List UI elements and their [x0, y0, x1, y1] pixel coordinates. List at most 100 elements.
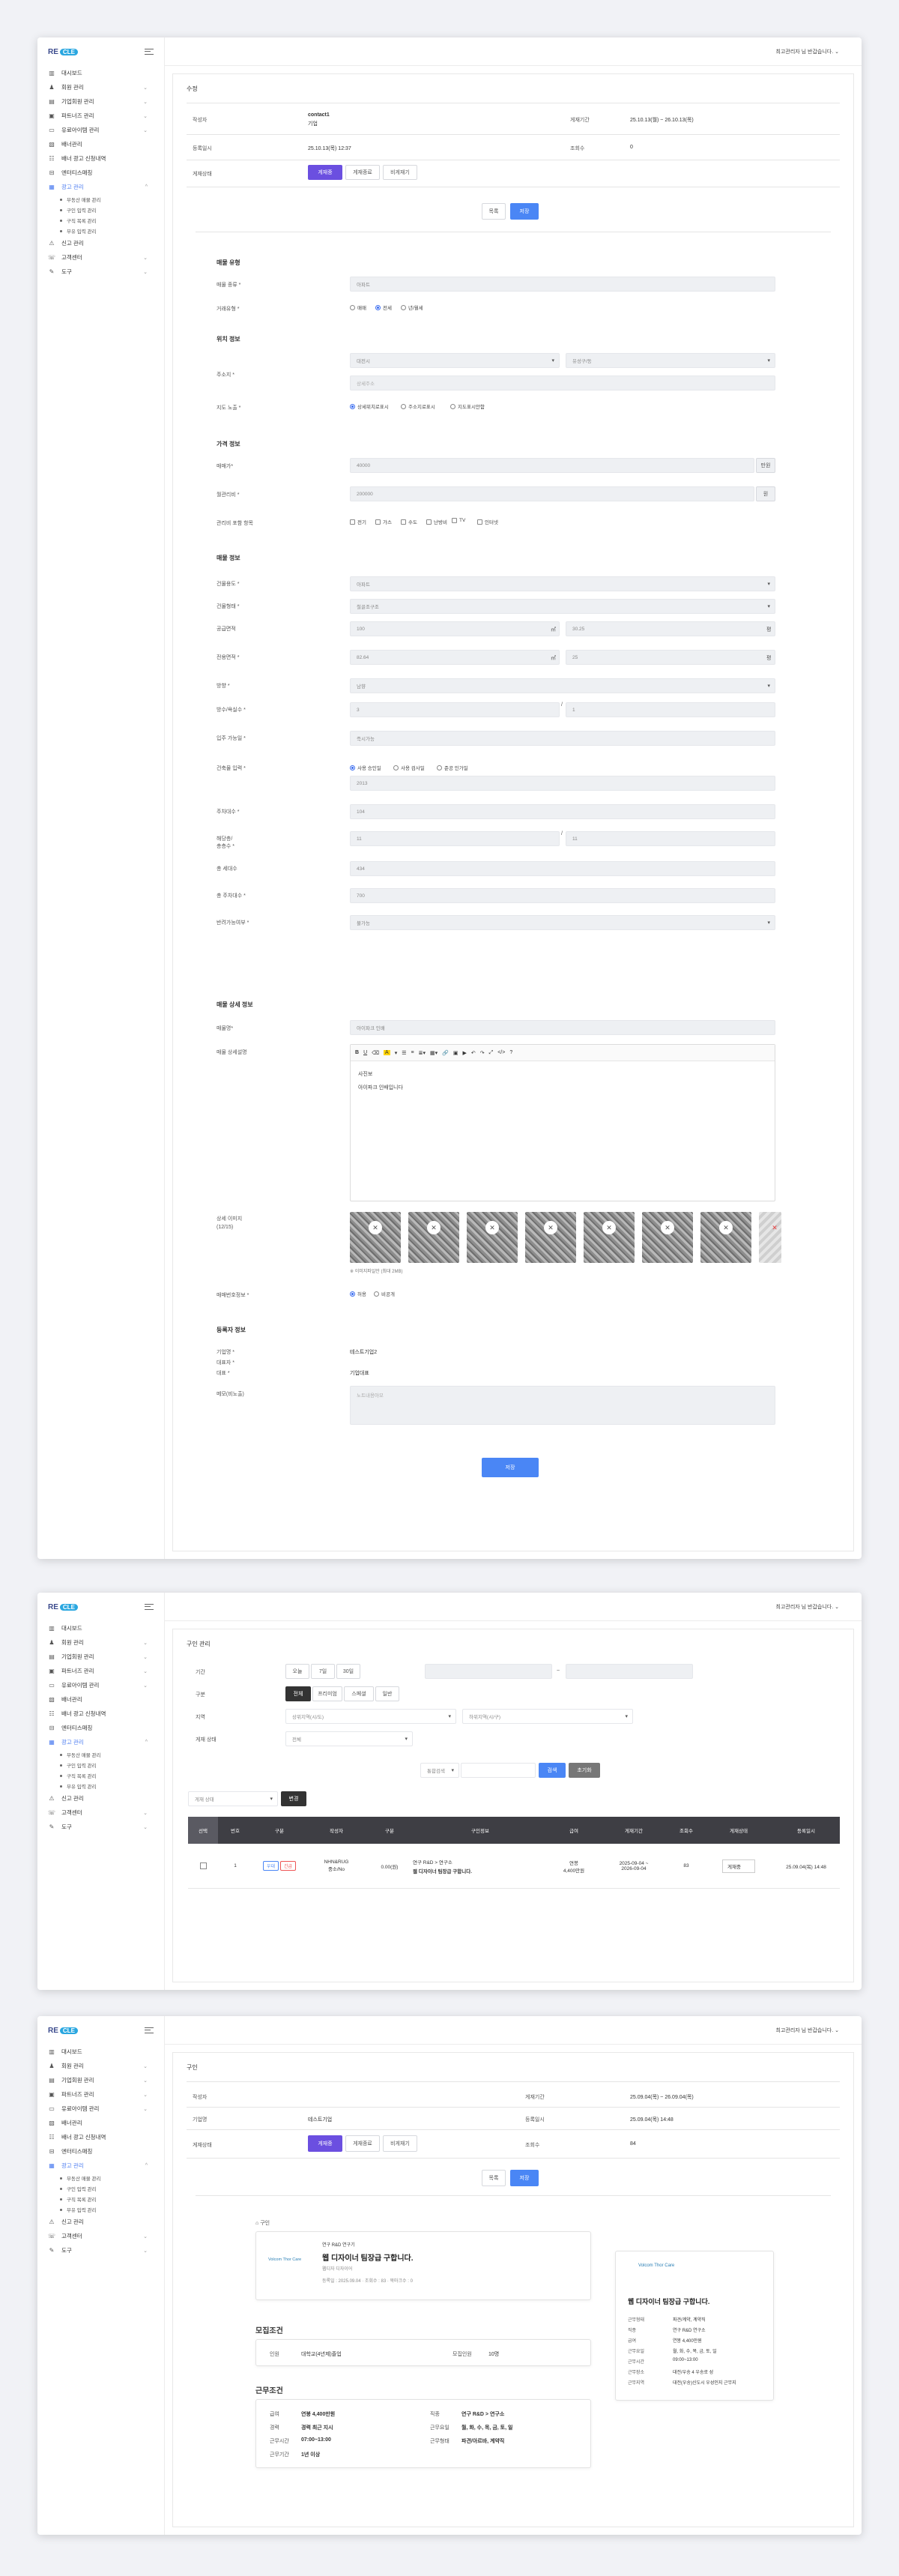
excl-input[interactable]: 82.64 — [350, 650, 560, 665]
supply-input[interactable]: 100 — [350, 621, 560, 636]
remove-photo-icon[interactable]: ✕ — [602, 1221, 616, 1234]
align-icon[interactable]: ≣▾ — [419, 1050, 426, 1056]
logo[interactable]: RE CLE — [37, 37, 164, 66]
remove-photo-icon[interactable]: ✕ — [544, 1221, 557, 1234]
row-status[interactable]: 게재중 — [705, 1844, 772, 1888]
bulk-apply-button[interactable]: 변경 — [281, 1791, 306, 1806]
sidebar-item[interactable]: ☷ 배너 광고 신청내역 — [37, 1707, 164, 1721]
undo-icon[interactable]: ↶ — [471, 1050, 476, 1056]
incl-checkbox[interactable]: 난방비 — [426, 518, 447, 525]
list-ul-icon[interactable]: ☰ — [402, 1050, 406, 1056]
remove-photo-icon[interactable]: ✕ — [768, 1221, 781, 1234]
year-option[interactable]: 사용 검사일 — [393, 764, 425, 771]
sidebar-item[interactable]: ⊟ 엔터티스매칭 — [37, 2144, 164, 2159]
floor-input[interactable]: 11 — [350, 831, 560, 846]
sidebar-item[interactable]: 구직 목록 관리 — [37, 2194, 164, 2204]
sidebar-item[interactable]: ⚠ 신고 관리 — [37, 2215, 164, 2229]
reset-button[interactable]: 초기화 — [569, 1763, 600, 1778]
search-type-select[interactable]: 통합검색 — [420, 1763, 459, 1778]
struct-select[interactable]: 철골조구조 — [350, 599, 775, 614]
sidebar-item[interactable]: ♟ 회원 관리 ⌄ — [37, 1635, 164, 1650]
sidebar-item[interactable]: ☏ 고객센터 ⌄ — [37, 250, 164, 265]
sidebar-item[interactable]: 부동산 매물 관리 — [37, 194, 164, 205]
row-checkbox[interactable] — [188, 1844, 218, 1888]
user-menu[interactable]: 최고관리자 님 반갑습니다. — [776, 1603, 834, 1611]
sidebar-item[interactable]: 구직 목록 관리 — [37, 215, 164, 226]
sidebar-item[interactable]: ⚠ 신고 관리 — [37, 1791, 164, 1806]
menu-toggle-icon[interactable] — [145, 2027, 154, 2033]
help-icon[interactable]: ? — [509, 1050, 512, 1055]
kind-input[interactable]: 아파트 — [350, 277, 775, 292]
submit-button[interactable]: 저장 — [482, 1458, 539, 1477]
type-premium-button[interactable]: 프리미엄 — [312, 1686, 342, 1701]
rich-editor[interactable]: B U ⌫ A ▾ ☰ ≡ ≣▾ ▦▾ 🔗 ▣ ▶ ↶ ↷ ⤢ </>? 사진보 아이파크 인배입니다 — [350, 1044, 775, 1201]
addr-input[interactable]: 상세주소 — [350, 375, 775, 390]
logo[interactable]: RE CLE — [37, 2016, 164, 2045]
year-input[interactable]: 2013 — [350, 776, 775, 791]
excl-py-input[interactable]: 25 — [566, 650, 775, 665]
deal-option-jeonse[interactable]: 전세 — [375, 304, 392, 311]
sidebar-item[interactable]: ▥ 대시보드 — [37, 1621, 164, 1635]
sidebar-item[interactable]: ▤ 기업회원 관리 ⌄ — [37, 1650, 164, 1664]
memo-input[interactable]: 노트내용아모 — [350, 1386, 775, 1425]
status-select[interactable]: 전체 — [285, 1731, 413, 1746]
save-button[interactable]: 저장 — [510, 203, 539, 220]
sidebar-item[interactable]: ▦ 광고 관리 ^ — [37, 180, 164, 194]
type-all-button[interactable]: 전체 — [285, 1686, 311, 1701]
detail-photo[interactable]: ✕ — [700, 1212, 751, 1263]
eraser-icon[interactable]: ⌫ — [372, 1050, 379, 1056]
redo-icon[interactable]: ↷ — [480, 1050, 485, 1056]
incl-checkbox[interactable]: 가스 — [375, 518, 392, 525]
sidebar-item[interactable]: ☷ 배너 광고 신청내역 — [37, 2130, 164, 2144]
user-menu[interactable]: 최고관리자 님 반갑습니다. — [776, 48, 834, 55]
incl-checkbox[interactable]: 수도 — [401, 518, 417, 525]
sale-input[interactable]: 40000 — [350, 458, 754, 473]
incl-checkbox[interactable]: 전기 — [350, 518, 366, 525]
status-hidden-button[interactable]: 비게재기 — [383, 165, 417, 180]
sidebar-item[interactable]: ☏ 고객센터 ⌄ — [37, 1806, 164, 1820]
type-select[interactable]: 아파트 — [350, 576, 775, 591]
sidebar-item[interactable]: 부유 입력 관리 — [37, 2204, 164, 2215]
sidebar-item[interactable]: 구인 입력 관리 — [37, 2183, 164, 2194]
sidebar-item[interactable]: ✎ 도구 ⌄ — [37, 1820, 164, 1834]
map-option-exact[interactable]: 상세위치로표시 — [350, 402, 389, 410]
list-button[interactable]: 목록 — [482, 203, 506, 220]
name-input[interactable]: 아이파크 인배 — [350, 1020, 775, 1035]
remove-photo-icon[interactable]: ✕ — [427, 1221, 441, 1234]
bulk-status-select[interactable]: 게재 상태 — [188, 1791, 278, 1806]
move-input[interactable]: 즉시가능 — [350, 731, 775, 746]
status-ended-button[interactable]: 게재종료 — [345, 2135, 380, 2152]
sidebar-item[interactable]: ☏ 고객센터 ⌄ — [37, 2229, 164, 2243]
sidebar-item[interactable]: ▧ 배너관리 — [37, 1692, 164, 1707]
period-30d-button[interactable]: 30일 — [336, 1664, 360, 1679]
status-hidden-button[interactable]: 비게재기 — [383, 2135, 417, 2152]
deal-option-sale[interactable]: 매매 — [350, 304, 366, 311]
link-icon[interactable]: 🔗 — [442, 1050, 449, 1056]
sidebar-item[interactable]: ▭ 유료아이템 관리 ⌄ — [37, 1678, 164, 1692]
sidebar-item[interactable]: ▥ 대시보드 — [37, 2045, 164, 2059]
sidebar-item[interactable]: ▤ 기업회원 관리 ⌄ — [37, 2073, 164, 2087]
bath-input[interactable]: 1 — [566, 702, 775, 717]
remove-photo-icon[interactable]: ✕ — [485, 1221, 499, 1234]
district-select[interactable]: 유성구/동 — [566, 353, 775, 368]
row-info[interactable]: 연구 R&D > 연구소 웹 디자이너 팀장급 구합니다. — [413, 1844, 548, 1888]
sidebar-item[interactable]: 구직 목록 관리 — [37, 1770, 164, 1781]
sidebar-item[interactable]: ▭ 유료아이템 관리 ⌄ — [37, 2102, 164, 2116]
sidebar-item[interactable]: ▣ 파트너즈 관리 ⌄ — [37, 109, 164, 123]
sidebar-item[interactable]: ▧ 배너관리 — [37, 137, 164, 151]
remove-photo-icon[interactable]: ✕ — [661, 1221, 674, 1234]
sidebar-item[interactable]: ♟ 회원 관리 ⌄ — [37, 80, 164, 94]
table-icon[interactable]: ▦▾ — [430, 1050, 438, 1056]
sidebar-item[interactable]: ♟ 회원 관리 ⌄ — [37, 2059, 164, 2073]
period-7d-button[interactable]: 7일 — [311, 1664, 335, 1679]
menu-toggle-icon[interactable] — [145, 1604, 154, 1610]
dong-option-public[interactable]: 허용 — [350, 1290, 366, 1297]
sidebar-item[interactable]: 부동산 매물 관리 — [37, 1749, 164, 1760]
floor-total-input[interactable]: 11 — [566, 831, 775, 846]
search-button[interactable]: 검색 — [539, 1763, 566, 1778]
video-icon[interactable]: ▶ — [462, 1050, 466, 1056]
search-input[interactable] — [461, 1763, 536, 1778]
list-ol-icon[interactable]: ≡ — [411, 1050, 414, 1055]
detail-photo[interactable]: ✕ — [350, 1212, 401, 1263]
units-input[interactable]: 434 — [350, 861, 775, 876]
